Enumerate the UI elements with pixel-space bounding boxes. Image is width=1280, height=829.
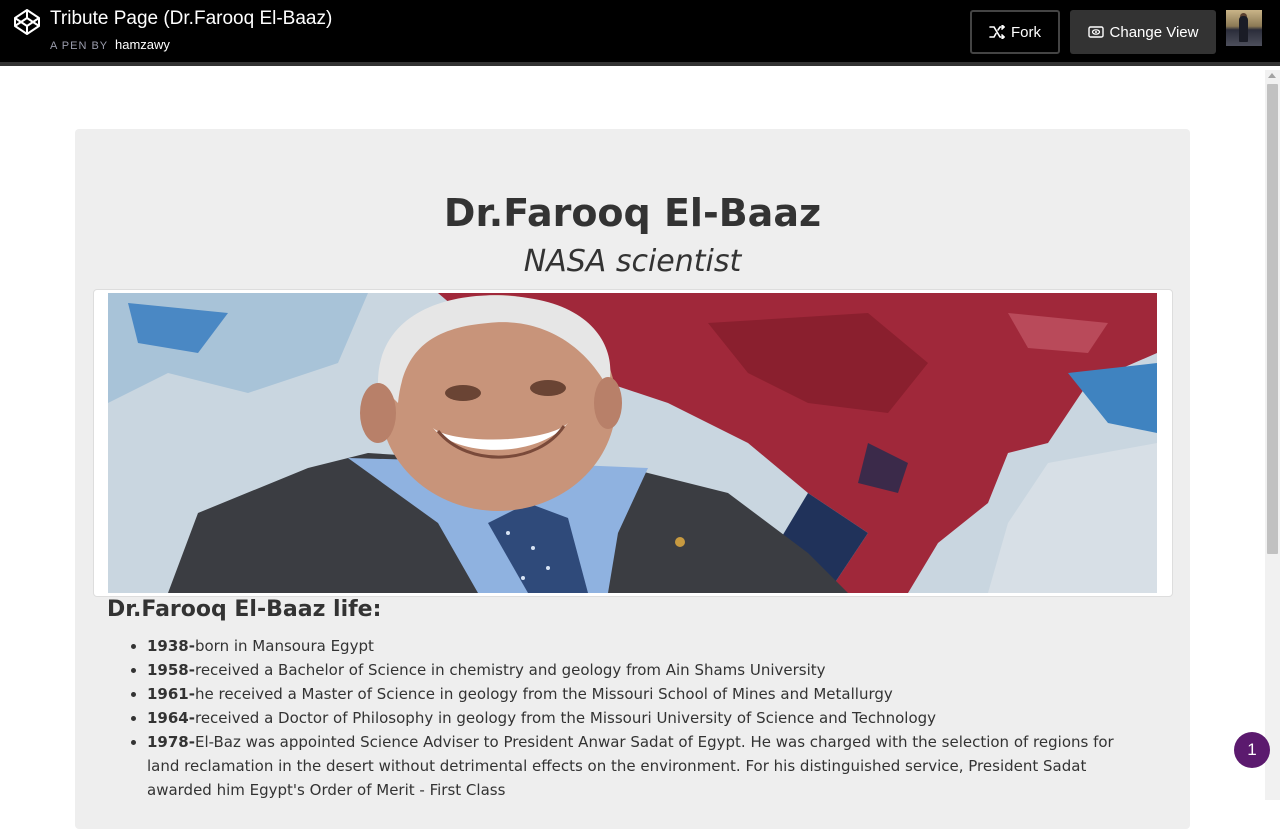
- timeline-list: 1938-born in Mansoura Egypt1958-received…: [147, 634, 1137, 802]
- codepen-header: Tribute Page (Dr.Farooq El-Baaz) A PEN B…: [0, 0, 1280, 66]
- timeline-year: 1961-: [147, 685, 195, 703]
- byline-prefix: A PEN BY: [50, 40, 108, 52]
- change-view-button[interactable]: Change View: [1070, 10, 1216, 54]
- timeline-year: 1958-: [147, 661, 195, 679]
- fork-button[interactable]: Fork: [970, 10, 1060, 54]
- change-view-label: Change View: [1109, 23, 1199, 41]
- tribute-subtitle: NASA scientist: [523, 244, 742, 279]
- fork-label: Fork: [1011, 23, 1041, 41]
- timeline-text: he received a Master of Science in geolo…: [194, 685, 893, 703]
- pen-byline: A PEN BY hamzawy: [50, 37, 170, 52]
- timeline-item: 1978-El-Baz was appointed Science Advise…: [147, 730, 1137, 802]
- timeline-item: 1964-received a Doctor of Philosophy in …: [147, 706, 1137, 730]
- scrollbar-thumb[interactable]: [1267, 84, 1278, 554]
- timeline-item: 1961-he received a Master of Science in …: [147, 682, 1137, 706]
- timeline-text: received a Bachelor of Science in chemis…: [194, 661, 826, 679]
- fork-icon: [989, 25, 1005, 39]
- tribute-image: [108, 293, 1157, 593]
- eye-icon: [1087, 26, 1104, 38]
- tribute-title: Dr.Farooq El-Baaz: [443, 191, 822, 235]
- avatar-figure: [1239, 16, 1248, 42]
- author-link[interactable]: hamzawy: [115, 37, 170, 52]
- tribute-main: Dr.Farooq El-Baaz NASA scientist Dr.Faro…: [75, 129, 1190, 829]
- user-avatar[interactable]: [1226, 10, 1262, 46]
- timeline-item: 1958-received a Bachelor of Science in c…: [147, 658, 1137, 682]
- timeline-year: 1938-: [147, 637, 195, 655]
- timeline-text: El-Baz was appointed Science Adviser to …: [147, 733, 1114, 799]
- timeline-year: 1978-: [147, 733, 195, 751]
- codepen-logo-icon[interactable]: [13, 8, 41, 36]
- pen-title: Tribute Page (Dr.Farooq El-Baaz): [50, 8, 333, 29]
- timeline-text: born in Mansoura Egypt: [194, 637, 374, 655]
- timeline-text: received a Doctor of Philosophy in geolo…: [194, 709, 937, 727]
- scroll-up-arrow-icon[interactable]: [1268, 73, 1276, 78]
- life-heading: Dr.Farooq El-Baaz life:: [107, 597, 382, 622]
- timeline-year: 1964-: [147, 709, 195, 727]
- notification-badge[interactable]: 1: [1234, 732, 1270, 768]
- timeline-item: 1938-born in Mansoura Egypt: [147, 634, 1137, 658]
